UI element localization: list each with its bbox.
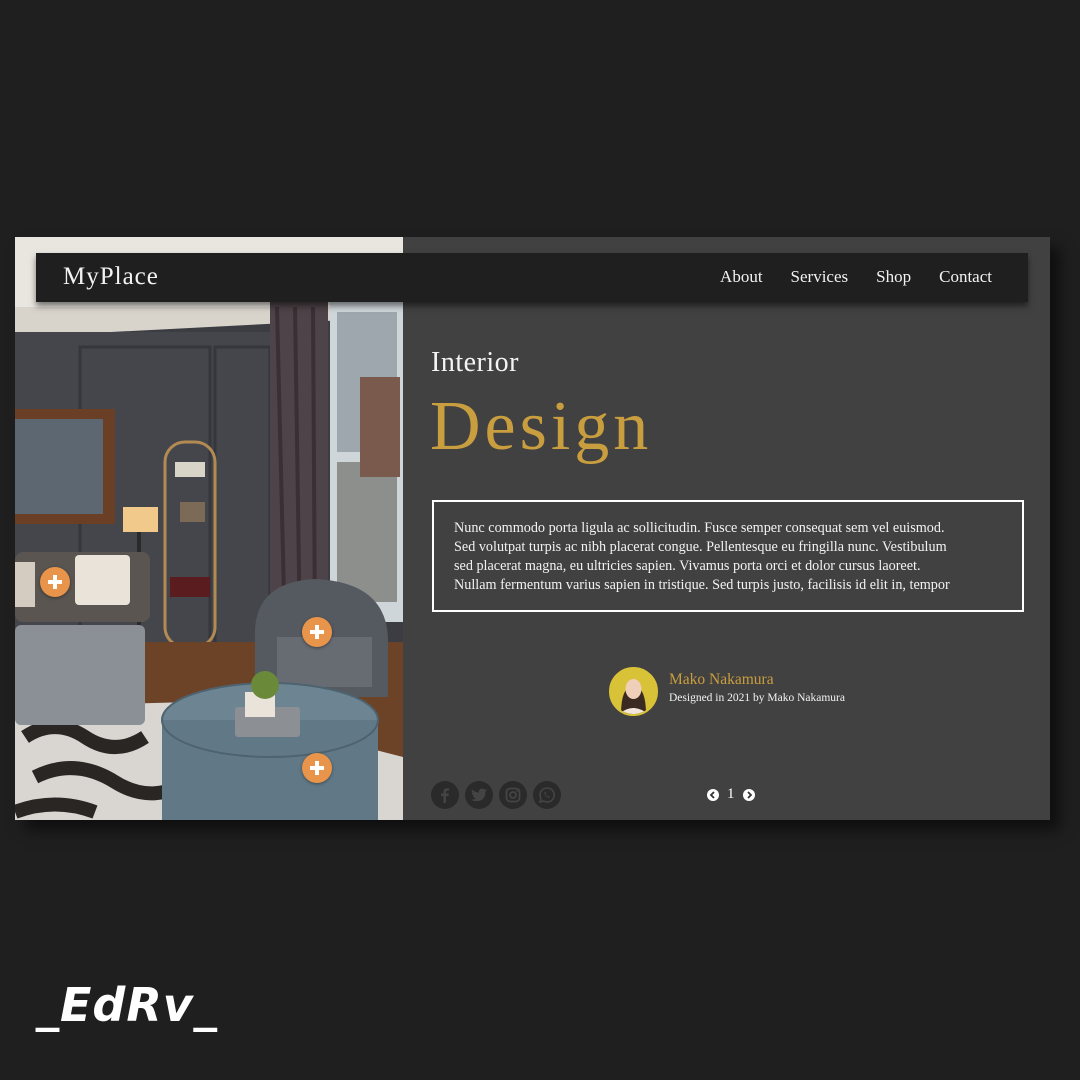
hotspot-sofa[interactable] [40,567,70,597]
logo[interactable]: MyPlace [63,263,159,291]
author-note: Designed in 2021 by Mako Nakamura [669,692,845,704]
hero-subtitle: Interior [431,347,519,378]
interior-photo [15,237,403,820]
instagram-icon[interactable] [499,781,527,809]
watermark: _EdRv_ [36,978,218,1032]
next-page-button[interactable] [742,788,755,801]
plus-icon [310,625,324,639]
avatar [609,667,658,716]
nav-about[interactable]: About [720,267,763,287]
hero-card: MyPlace About Services Shop Contact Inte… [15,237,1050,820]
nav-shop[interactable]: Shop [876,267,911,287]
hotspot-armchair[interactable] [302,617,332,647]
prev-page-button[interactable] [707,788,719,801]
nav-services[interactable]: Services [791,267,849,287]
hero-headline: Design [430,388,653,465]
description-box: Nunc commodo porta ligula ac sollicitudi… [432,500,1024,612]
description-text: Nunc commodo porta ligula ac sollicitudi… [454,520,950,593]
twitter-icon[interactable] [465,781,493,809]
navbar: MyPlace About Services Shop Contact [36,253,1028,302]
chevron-left-icon [709,790,715,799]
chevron-right-icon [746,790,752,799]
nav-links: About Services Shop Contact [720,267,992,287]
plus-icon [310,761,324,775]
nav-contact[interactable]: Contact [939,267,992,287]
pagination: 1 [707,786,755,803]
page-number: 1 [727,786,735,802]
portrait-icon [611,669,656,714]
social-links [431,781,561,809]
author-name[interactable]: Mako Nakamura [669,671,774,689]
whatsapp-icon[interactable] [533,781,561,809]
plus-icon [48,575,62,589]
hotspot-ottoman[interactable] [302,753,332,783]
facebook-icon[interactable] [431,781,459,809]
